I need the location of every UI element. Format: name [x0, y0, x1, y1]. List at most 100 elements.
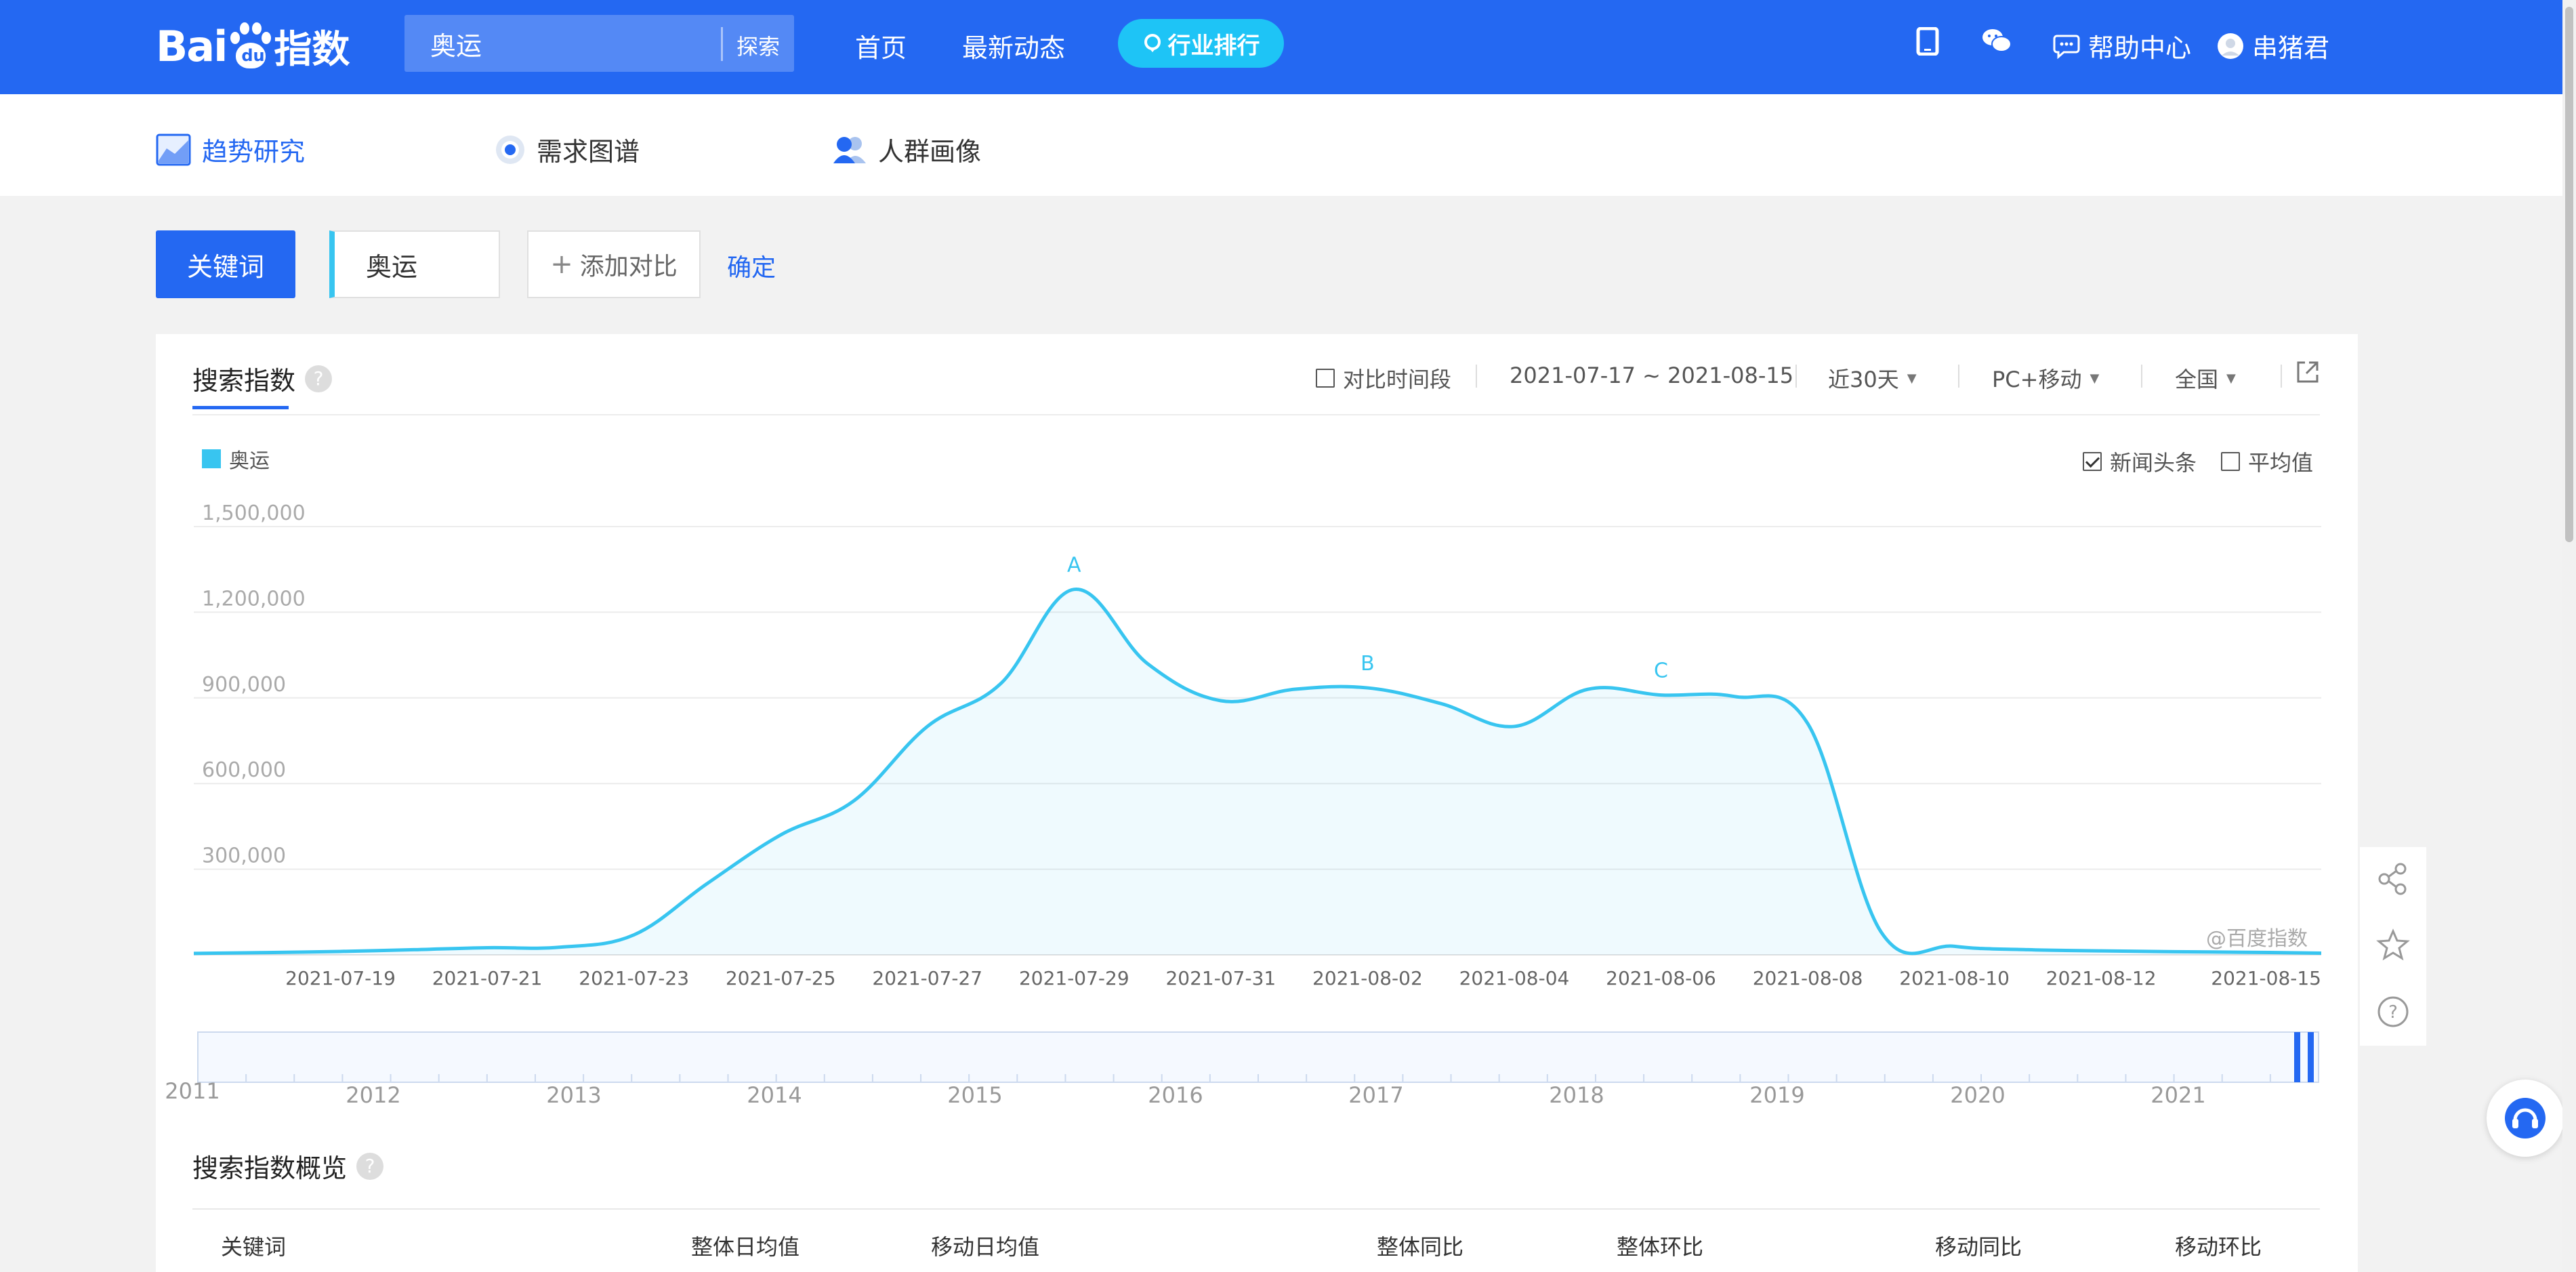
people-icon: [833, 136, 866, 163]
data-point: [2319, 951, 2323, 955]
range-year-label: 2011: [165, 1078, 220, 1104]
add-compare-button[interactable]: + 添加对比: [527, 230, 701, 298]
chart-legend[interactable]: 奥运: [202, 444, 270, 474]
confirm-link[interactable]: 确定: [727, 248, 776, 283]
data-point: [1732, 695, 1737, 699]
date-range-picker[interactable]: 2021-07-17 ~ 2021-08-15: [1510, 363, 1793, 388]
data-point: [265, 951, 269, 955]
compare-period-checkbox[interactable]: [1316, 369, 1335, 388]
user-menu[interactable]: 串猪君: [2217, 27, 2329, 64]
card-divider: [192, 414, 2320, 415]
compare-period-label: 对比时间段: [1343, 367, 1452, 392]
range-year-label: 2012: [346, 1082, 400, 1108]
range-year-label: 2021: [2151, 1082, 2205, 1108]
x-tick-label: 2021-07-29: [1019, 967, 1129, 989]
paw-icon: du: [229, 22, 272, 70]
range-handle-left[interactable]: [2294, 1032, 2300, 1082]
y-tick-label: 300,000: [202, 844, 286, 868]
x-tick-label: 2021-07-27: [872, 967, 982, 989]
range-handle-right[interactable]: [2308, 1032, 2314, 1082]
range-year-label: 2020: [1950, 1082, 2005, 1108]
region-select[interactable]: 全国 ▼: [2175, 363, 2236, 394]
wechat-icon[interactable]: [1981, 27, 2012, 54]
compare-period-toggle[interactable]: 对比时间段: [1316, 363, 1451, 394]
page-scrollbar[interactable]: [2562, 0, 2576, 1272]
help-question-icon[interactable]: ?: [305, 365, 333, 392]
ctrl-separator: [1958, 365, 1959, 388]
data-point: [632, 933, 636, 937]
date-range-value: 2021-07-17 ~ 2021-08-15: [1510, 363, 1794, 388]
region-value: 全国: [2175, 367, 2219, 392]
period-value: 近30天: [1828, 367, 1899, 392]
col-overall-mom: 整体环比: [1617, 1234, 1704, 1260]
card-title: 搜索指数 ?: [192, 360, 333, 397]
range-year-label: 2014: [747, 1082, 802, 1108]
col-overall-daily-avg: 整体日均值: [691, 1234, 800, 1260]
search-button[interactable]: 探索: [736, 30, 780, 61]
keyword-chip[interactable]: 奥运: [329, 230, 500, 298]
logo-text: Bai: [156, 21, 228, 71]
caret-down-icon: ▼: [2226, 371, 2236, 386]
search-input[interactable]: [430, 15, 728, 72]
mobile-icon[interactable]: [1916, 27, 1939, 56]
plus-icon: +: [550, 249, 573, 280]
x-tick-label: 2021-08-06: [1606, 967, 1716, 989]
nav-home[interactable]: 首页: [855, 27, 907, 64]
baidu-index-logo[interactable]: Bai du 指数: [156, 15, 350, 77]
data-point: [1806, 722, 1810, 726]
avatar: [2218, 33, 2243, 59]
time-range-slider[interactable]: 2011 2012 2013 2014 2015 2016 2017 2018 2019 2020…: [165, 1031, 2319, 1108]
period-select[interactable]: 近30天 ▼: [1828, 363, 1917, 394]
add-compare-label: 添加对比: [579, 253, 678, 281]
legend-series-name: 奥运: [229, 449, 270, 473]
chat-bubble-icon: [2053, 35, 2080, 59]
average-toggle[interactable]: 平均值: [2221, 446, 2313, 477]
range-year-label: 2018: [1549, 1082, 1604, 1108]
scrollbar-thumb[interactable]: [2565, 7, 2573, 542]
news-toggle[interactable]: 新闻头条: [2083, 446, 2197, 477]
logo-paw-text: du: [241, 46, 265, 65]
x-tick-label: 2021-08-04: [1459, 967, 1570, 989]
data-point: [1365, 686, 1369, 690]
keyword-button[interactable]: 关键词: [156, 230, 295, 298]
y-tick-label: 600,000: [202, 758, 286, 782]
search-divider: [721, 27, 723, 61]
device-select[interactable]: PC+移动 ▼: [1992, 363, 2099, 394]
tab-trend-research-label: 趋势研究: [202, 137, 306, 167]
help-center[interactable]: 帮助中心: [2053, 27, 2191, 64]
tab-trend-research[interactable]: 趋势研究: [156, 131, 305, 168]
tab-crowd-portrait-label: 人群画像: [878, 137, 982, 167]
industry-rank-button[interactable]: 行业排行: [1118, 19, 1284, 68]
range-year-label: 2016: [1148, 1082, 1203, 1108]
customer-service-button[interactable]: [2487, 1080, 2564, 1157]
average-checkbox[interactable]: [2221, 452, 2240, 471]
share-icon[interactable]: [2376, 862, 2410, 896]
device-value: PC+移动: [1992, 367, 2082, 392]
search-index-chart[interactable]: 1,500,0001,200,000900,000600,000300,000 …: [156, 490, 2358, 1141]
data-point: [926, 724, 930, 729]
caret-down-icon: ▼: [2090, 371, 2100, 386]
x-tick-label: 2021-07-31: [1165, 967, 1276, 989]
x-tick-label: 2021-07-19: [285, 967, 396, 989]
news-checkbox[interactable]: [2083, 452, 2102, 471]
range-year-label: 2013: [546, 1082, 601, 1108]
x-tick-label: 2021-07-25: [726, 967, 836, 989]
chart-watermark: @百度指数: [2206, 927, 2308, 951]
news-label: 新闻头条: [2110, 450, 2197, 476]
svg-text:?: ?: [2388, 1002, 2398, 1023]
star-icon[interactable]: [2376, 928, 2410, 962]
help-question-icon[interactable]: ?: [356, 1152, 384, 1180]
export-icon[interactable]: [2295, 360, 2320, 384]
data-point: [705, 882, 709, 886]
x-tick-label: 2021-08-08: [1753, 967, 1863, 989]
side-toolbar: ?: [2360, 847, 2426, 1046]
nav-latest-news[interactable]: 最新动态: [962, 27, 1065, 64]
x-tick-label: 2021-07-21: [432, 967, 543, 989]
data-point: [1879, 930, 1883, 934]
col-mobile-yoy: 移动同比: [1935, 1234, 2022, 1260]
question-icon[interactable]: ?: [2376, 995, 2410, 1029]
card-title-underline: [192, 406, 289, 409]
tab-crowd-portrait[interactable]: 人群画像: [832, 131, 981, 168]
news-annotation: A: [1067, 554, 1081, 577]
tab-demand-graph[interactable]: 需求图谱: [495, 131, 640, 168]
